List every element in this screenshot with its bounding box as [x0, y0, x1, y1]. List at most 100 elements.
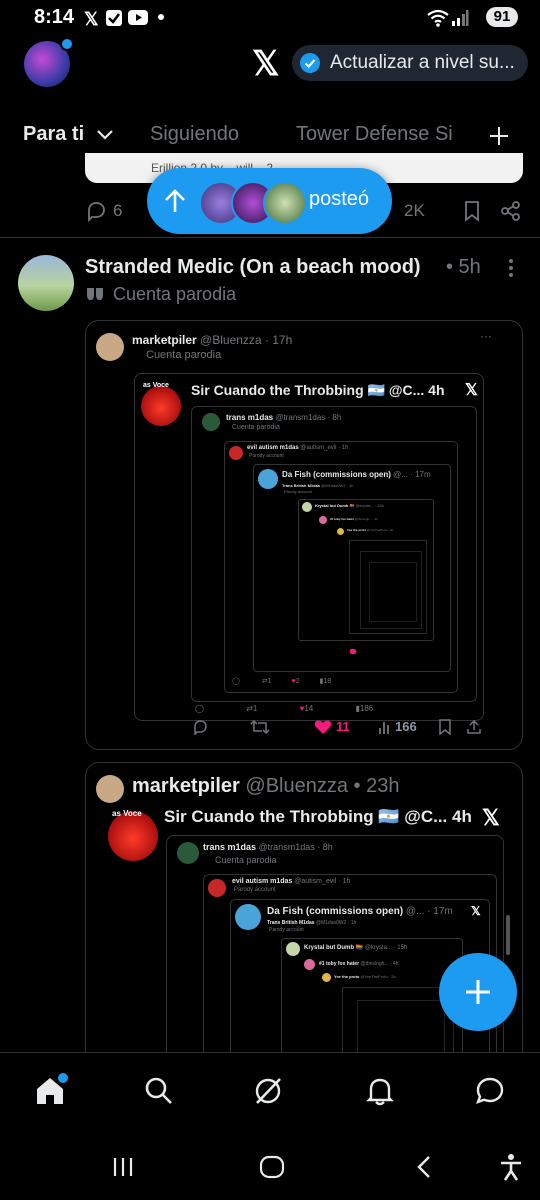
embedded-x-icon: 𝕏 [465, 382, 478, 399]
verified-badge-icon [300, 53, 320, 73]
nested3-handle: @... · 17m [393, 470, 431, 479]
q2-nested1-handle: @transm1das · 8h [258, 842, 333, 852]
q2-nested5-line: Krystal but Dumb 🏳️‍🌈 @krysta... · 15h [304, 944, 407, 951]
nested7-line: Yee the proto @YeeTheProto · 2h [347, 528, 393, 532]
check-notification-icon [106, 10, 122, 26]
deep-nested-frame-3 [369, 562, 417, 622]
upgrade-label: Actualizar a nivel su... [330, 52, 515, 73]
tab-for-you[interactable]: Para ti [23, 123, 84, 146]
embedded-repost-count: 1 [252, 704, 258, 713]
back-icon[interactable] [414, 1155, 434, 1179]
messages-icon[interactable] [475, 1076, 505, 1106]
q2-nested1-author: trans m1das [203, 842, 257, 852]
embedded-avatar [141, 386, 181, 426]
quote-author-handle: @Bluenzza · 17h [200, 333, 293, 347]
grok-icon[interactable] [253, 1076, 283, 1106]
quote-card-1[interactable]: marketpiler @Bluenzza · 17h Cuenta parod… [85, 320, 523, 750]
embedded-reply-icon: ◯ [195, 704, 204, 713]
nested1-reply-icon: ◯ [232, 678, 240, 685]
nested3-line: Da Fish (commissions open) @... · 17m [282, 470, 431, 479]
quote-bookmark-icon [438, 719, 452, 735]
battery-indicator: 91 [486, 7, 518, 27]
quote-more-icon: ··· [480, 329, 492, 343]
q2-nested2-author: evil autism m1das [232, 878, 293, 885]
nested4-parody: Parody account [284, 489, 312, 494]
quote-parody-label: Cuenta parodia [146, 349, 222, 361]
share-icon[interactable] [500, 200, 522, 222]
youtube-notification-icon [128, 10, 148, 25]
tab-following[interactable]: Siguiendo [150, 123, 239, 146]
reply-icon[interactable] [85, 200, 107, 222]
nested-card-1: trans m1das @transm1das · 8h Cuenta paro… [191, 406, 477, 702]
nested7-author: Yee the proto [347, 528, 367, 532]
q2-nested1-avatar [177, 842, 199, 864]
view-count: 2K [404, 201, 425, 220]
quote-reply-icon [192, 719, 208, 735]
nested5-author: Krystal but Dumb 🏳️‍🌈 [315, 503, 355, 508]
home-system-icon[interactable] [259, 1155, 285, 1179]
home-notification-dot [56, 1071, 70, 1085]
quote2-time: • 23h [353, 775, 400, 797]
quote-views-count: 166 [395, 719, 417, 734]
tweet-author-name[interactable]: Stranded Medic (On a beach mood) [85, 256, 421, 279]
tab-following-label: Siguiendo [150, 123, 239, 145]
nested1-author: trans m1das [226, 413, 274, 422]
recent-apps-icon[interactable] [112, 1156, 134, 1178]
plus-icon [464, 978, 492, 1006]
tweet-time[interactable]: • 5h [446, 256, 481, 279]
quote2-x-icon: 𝕏 [482, 805, 500, 830]
nested2-line: evil autism m1das @autism_evil · 1h [247, 445, 348, 451]
nested6-line: #1 toby fox hater @tbnslngh... · 4h [330, 517, 378, 521]
notifications-icon[interactable] [365, 1076, 395, 1106]
tab-tower-defense-label: Tower Defense Si [296, 123, 453, 145]
quote2-nested-card-1: trans m1das @transm1das · 8h Cuenta paro… [166, 835, 504, 1069]
status-time: 8:14 [34, 6, 75, 28]
nested3-avatar [258, 469, 278, 489]
tab-tower-defense[interactable]: Tower Defense Si [296, 123, 474, 146]
new-posts-label: posteó [309, 188, 370, 210]
nested1-parody: Cuenta parodia [232, 424, 280, 431]
quote2-inner-author: Sir Cuando the Throbbing 🇦🇷 @C... 4h [164, 807, 472, 826]
compose-button[interactable] [439, 953, 517, 1031]
nested6-handle: @tbnslngh... · 4h [354, 517, 378, 521]
nested1-avatar [202, 413, 220, 431]
wifi-icon [426, 8, 450, 28]
nested1-views-count: 18 [323, 678, 332, 685]
quote2-nested-card-5: Krystal but Dumb 🏳️‍🌈 @krysta... · 15h #… [281, 938, 463, 1069]
arrow-up-icon [163, 188, 187, 214]
nested2-parody: Parody account [249, 453, 284, 459]
q2-nested7-line: Yee the proto @YeeTheProto · 2h [334, 974, 396, 979]
chevron-down-icon[interactable] [96, 128, 114, 142]
x-logo-icon: 𝕏 [252, 45, 280, 83]
nested3-author: Da Fish (commissions open) [282, 470, 391, 479]
nested6-avatar [319, 516, 327, 524]
new-posts-pill[interactable]: posteó [147, 168, 392, 234]
author-avatar[interactable] [18, 255, 74, 311]
quote-author-avatar [96, 333, 124, 361]
nested1-repost-count: 1 [267, 678, 272, 685]
nested-card-3: Da Fish (commissions open) @... · 17m Tr… [253, 464, 451, 672]
avatar-notification-dot [60, 37, 74, 51]
search-icon[interactable] [144, 1076, 174, 1106]
parody-label: Cuenta parodia [113, 284, 237, 304]
quote-repost-icon [250, 719, 270, 735]
accessibility-icon[interactable] [499, 1153, 523, 1181]
q2-nested4-line: Trans British M1das @M1das0W2 · 1h [267, 920, 356, 926]
embedded-repost-icon: ⇄ [246, 704, 253, 713]
add-tab-icon[interactable] [487, 124, 511, 148]
nested5-line: Krystal but Dumb 🏳️‍🌈 @krysta... · 15h [315, 503, 384, 508]
nested1-like-count: 2 [295, 678, 300, 685]
embedded-screenshot: as Voce Sir Cuando the Throbbing 🇦🇷 @C..… [134, 373, 484, 721]
q2-nested6-avatar [304, 959, 315, 970]
nested2-handle: @autism_evil · 1h [300, 445, 349, 451]
nested-card-2: evil autism m1das @autism_evil · 1h Paro… [224, 441, 458, 693]
nested6-author: #1 toby fox hater [330, 517, 355, 521]
q2-nested5-avatar [286, 942, 300, 956]
more-options-icon[interactable] [508, 258, 514, 278]
q2-nested6-author: #1 toby fox hater [319, 961, 360, 967]
q2-nested7-avatar [322, 973, 331, 982]
upgrade-button[interactable]: Actualizar a nivel su... [292, 45, 528, 81]
bookmark-icon[interactable] [462, 200, 482, 222]
signal-icon [451, 9, 469, 27]
quote2-author-avatar [96, 775, 124, 803]
